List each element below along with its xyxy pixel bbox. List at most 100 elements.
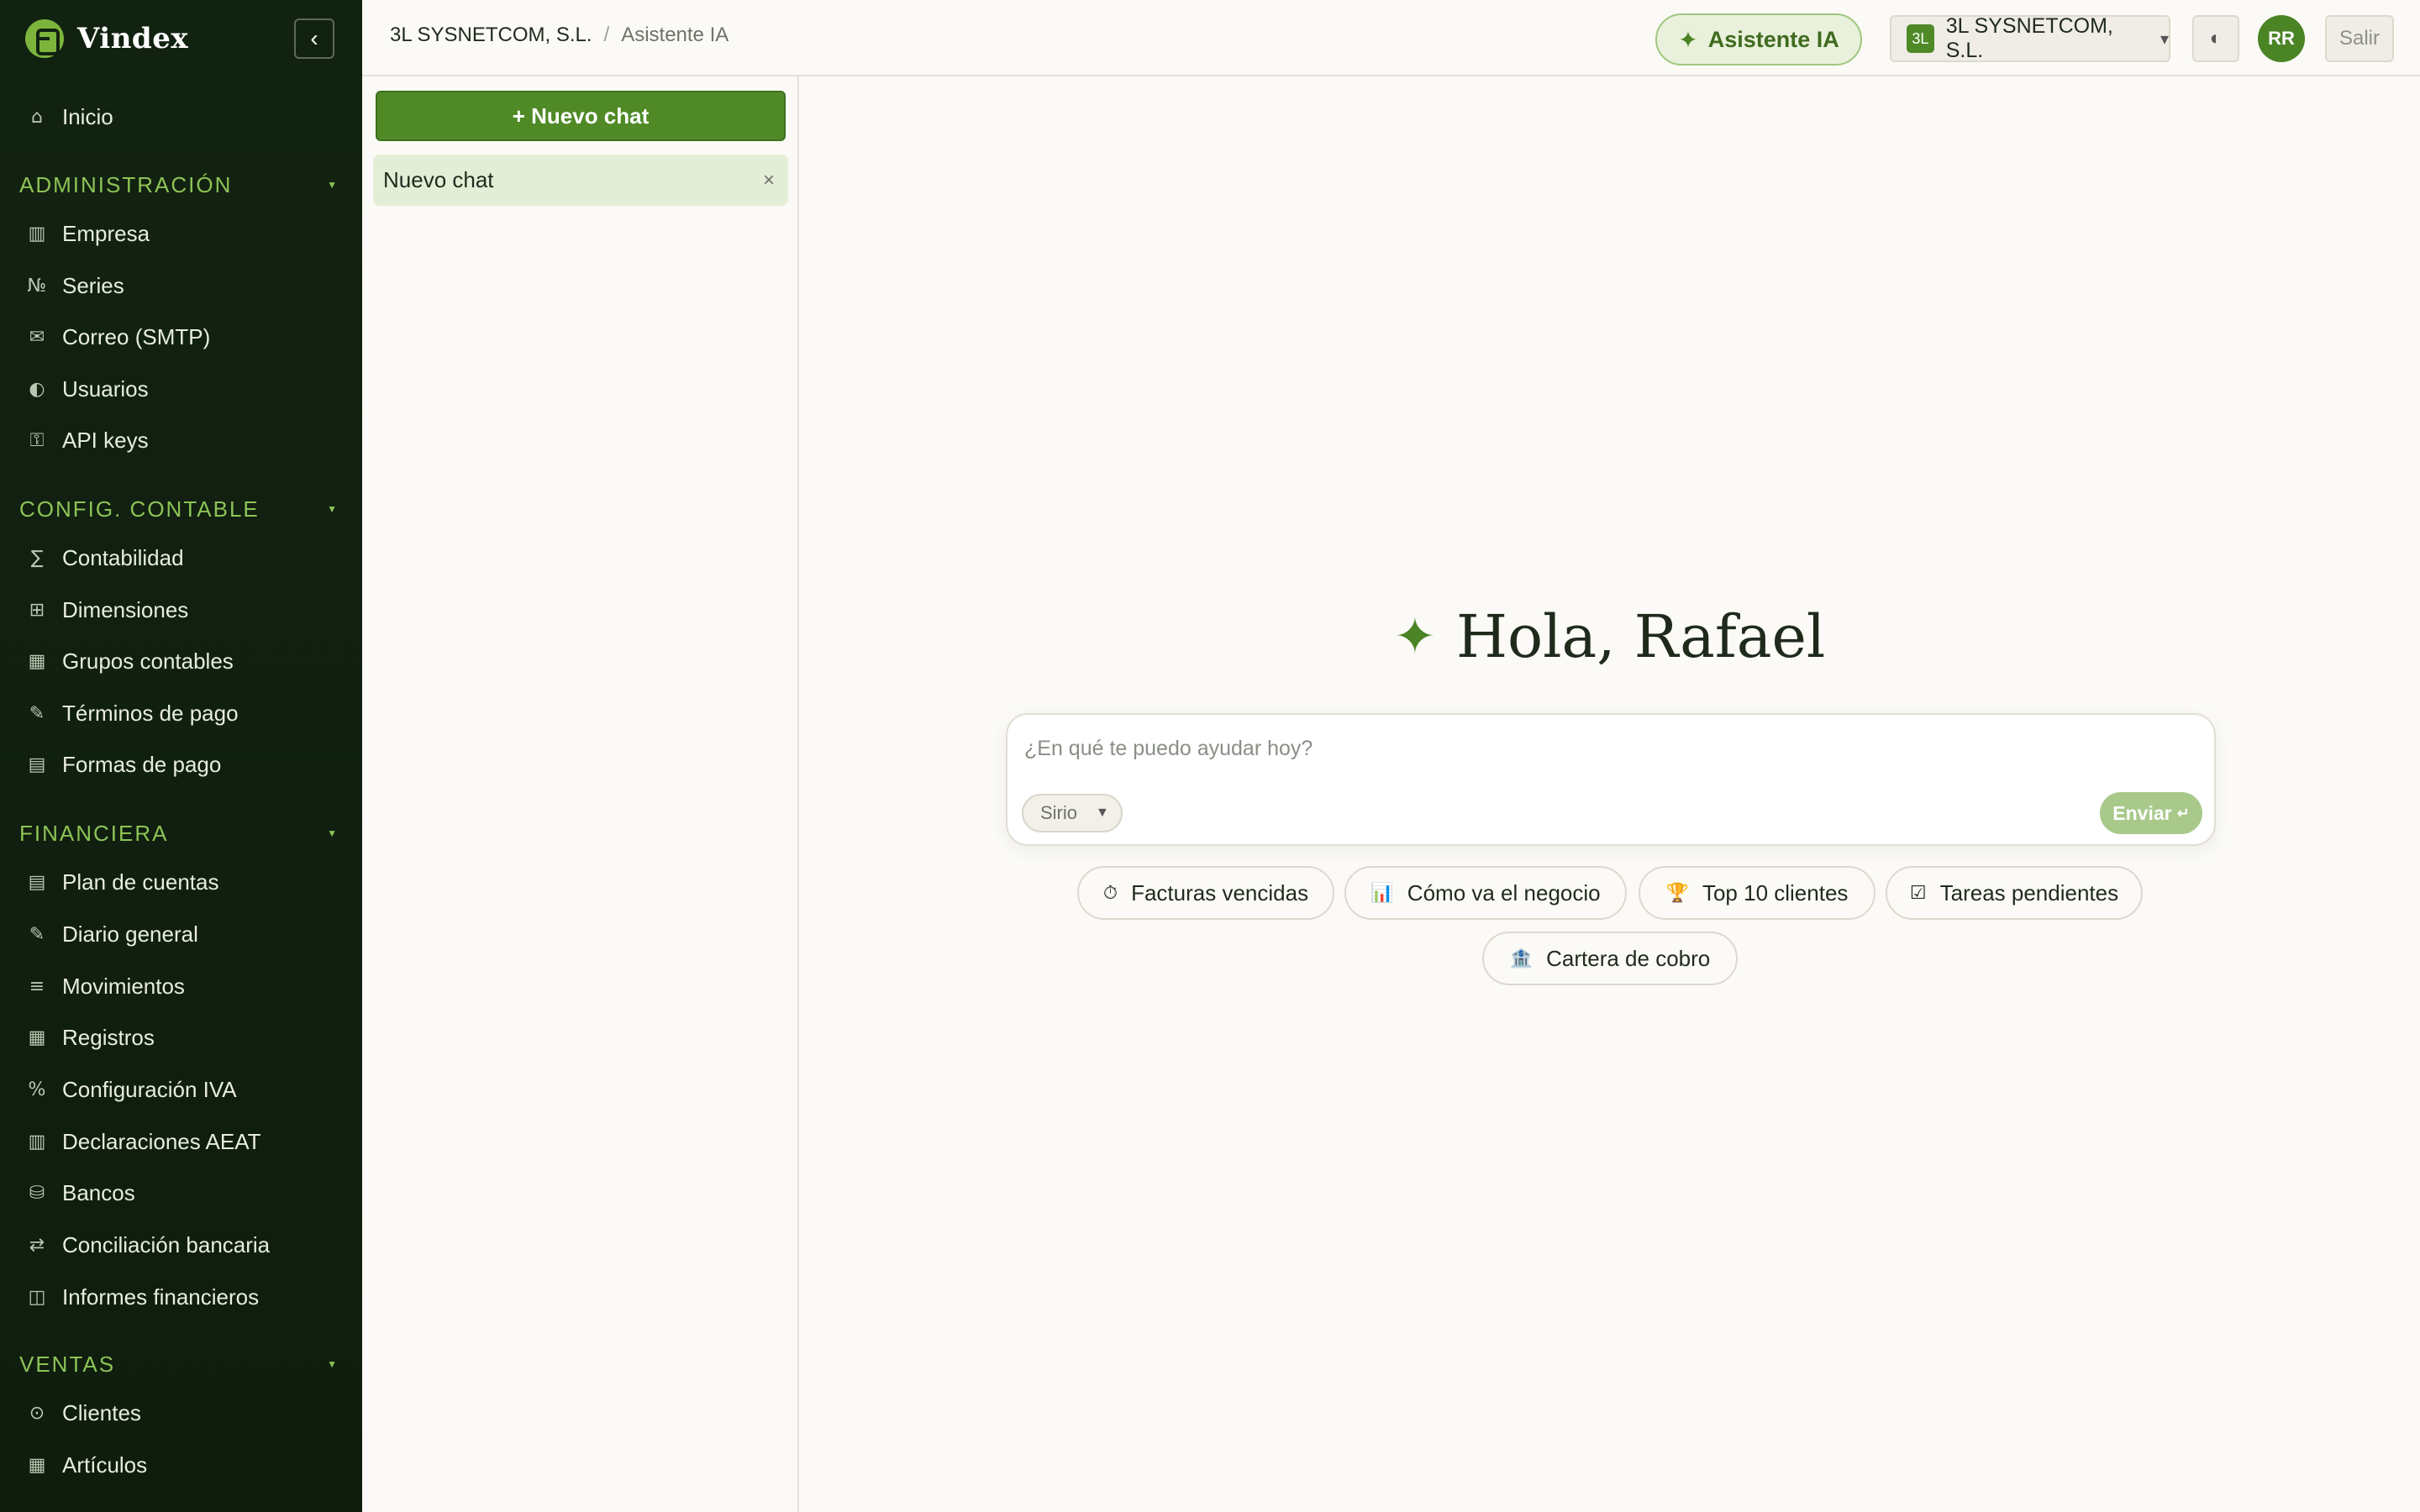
swap-icon: ⇄ [29,1234,45,1256]
sidebar-item-dimensiones[interactable]: ⊞ Dimensiones [27,585,346,635]
suggestion-label: Cartera de cobro [1546,945,1711,971]
sidebar-item-empresa[interactable]: ▥ Empresa [27,208,346,259]
building-icon: ▥ [28,1131,46,1152]
sidebar-item-label: Inicio [62,103,113,129]
suggestion-como-va-el-negocio[interactable]: 📊 Cómo va el negocio [1344,866,1627,920]
chat-input[interactable] [1024,730,2184,767]
caret-down-icon: ▼ [327,179,339,191]
sidebar-item-correo[interactable]: ✉ Correo (SMTP) [27,312,346,362]
logout-button[interactable]: Salir [2325,15,2394,62]
company-selector[interactable]: 3L 3L SYSNETCOM, S.L. ▾ [1890,14,2170,62]
suggestion-facturas-vencidas[interactable]: ⏱ Facturas vencidas [1077,866,1334,920]
breadcrumb-company[interactable]: 3L SYSNETCOM, S.L. [390,24,592,47]
stopwatch-icon: ⏱ [1102,882,1118,904]
sidebar-item-formas-de-pago[interactable]: ▤ Formas de pago [27,739,346,790]
half-circle-icon: ◐ [2209,27,2223,50]
pencil-icon: ✎ [29,702,45,724]
sidebar-item-label: Conciliación bancaria [62,1231,271,1257]
sidebar-item-terminos-de-pago[interactable]: ✎ Términos de pago [27,688,346,738]
list-icon: ▤ [28,753,46,775]
sidebar-item-movimientos[interactable]: ≡ Movimientos [27,961,346,1011]
send-button[interactable]: Enviar ↵ [2100,792,2202,834]
sidebar-item-clientes[interactable]: ⊙ Clientes [27,1388,346,1438]
avatar[interactable]: RR [2258,15,2305,62]
sidebar-item-label: Dimensiones [62,596,189,622]
caret-down-icon: ▼ [1096,806,1109,820]
breadcrumb-separator: / [603,24,610,46]
caret-down-icon: ▼ [327,503,339,515]
section-config-contable[interactable]: CONFIG. CONTABLE ▼ [19,486,343,533]
sidebar-item-label: Contabilidad [62,544,184,570]
sidebar-item-api-keys[interactable]: ⚿ API keys [27,415,346,465]
sidebar-item-label: Plan de cuentas [62,869,219,895]
sidebar-item-registros[interactable]: ▦ Registros [27,1012,346,1063]
send-label: Enviar [2112,801,2172,824]
sidebar-item-label: Series [62,272,124,298]
sidebar-item-usuarios[interactable]: ◐ Usuarios [27,364,346,414]
grid-icon: ⊞ [29,599,45,621]
sidebar-item-plan-de-cuentas[interactable]: ▤ Plan de cuentas [27,857,346,907]
sidebar-item-configuracion-iva[interactable]: % Configuración IVA [27,1064,346,1115]
return-icon: ↵ [2176,804,2190,822]
pencil-icon: ✎ [29,923,45,945]
brand[interactable]: Vindex [25,18,188,59]
lines-icon: ≡ [29,975,45,997]
section-ventas[interactable]: VENTAS ▼ [19,1341,343,1388]
sidebar-collapse-button[interactable]: ‹ [294,18,334,59]
close-icon[interactable]: × [763,169,775,192]
sidebar-item-informes-financieros[interactable]: ◫ Informes financieros [27,1272,346,1322]
table-icon: ▦ [28,650,46,672]
percent-icon: % [28,1079,46,1100]
building-icon: ▥ [28,223,46,244]
sigma-icon: ∑ [30,547,44,569]
sidebar-item-label: Empresa [62,220,150,246]
vindex-logo-icon [25,19,64,58]
theme-toggle-button[interactable]: ◐ [2192,15,2239,62]
breadcrumb: 3L SYSNETCOM, S.L. / Asistente IA [390,24,729,47]
sparkle-icon: ✦ [1393,608,1436,664]
section-financiera[interactable]: FINANCIERA ▼ [19,810,343,857]
sidebar-item-grupos-contables[interactable]: ▦ Grupos contables [27,636,346,686]
sidebar-item-label: Artículos [62,1452,148,1478]
sidebar-item-articulos[interactable]: ▦ Artículos [27,1440,346,1490]
list-icon: ▤ [28,871,46,893]
caret-down-icon: ▼ [327,1358,339,1370]
model-name: Sirio [1040,802,1078,823]
users-icon: ◐ [29,378,45,400]
suggestion-cartera-de-cobro[interactable]: 🏦 Cartera de cobro [1482,932,1738,985]
sidebar-item-series[interactable]: № Series [27,260,346,311]
sidebar-item-label: Diario general [62,921,198,947]
trophy-icon: 🏆 [1665,882,1689,904]
suggestion-tareas-pendientes[interactable]: ☑ Tareas pendientes [1886,866,2143,920]
model-selector[interactable]: Sirio ▼ [1022,794,1123,832]
sidebar-item-label: Configuración IVA [62,1076,237,1102]
breadcrumb-current: Asistente IA [621,24,729,46]
sidebar-item-conciliacion-bancaria[interactable]: ⇄ Conciliación bancaria [27,1220,346,1270]
sidebar-item-label: Grupos contables [62,648,234,674]
chat-list-item[interactable]: Nuevo chat × [373,155,788,206]
section-administracion[interactable]: ADMINISTRACIÓN ▼ [19,161,343,208]
suggestion-label: Facturas vencidas [1131,879,1309,906]
sidebar-item-declaraciones-aeat[interactable]: ▥ Declaraciones AEAT [27,1116,346,1167]
sidebar: Vindex ‹ ⌂ Inicio ADMINISTRACIÓN ▼ ▥ Emp… [0,0,362,1512]
suggestion-top-10-clientes[interactable]: 🏆 Top 10 clientes [1639,866,1876,920]
sidebar-item-diario-general[interactable]: ✎ Diario general [27,909,346,959]
greeting: ✦ Hola, Rafael [799,602,2420,671]
chat-composer: Sirio ▼ Enviar ↵ [1006,713,2216,846]
sidebar-item-inicio[interactable]: ⌂ Inicio [27,92,346,142]
suggestion-label: Top 10 clientes [1702,879,1849,906]
sidebar-item-bancos[interactable]: ⛁ Bancos [27,1168,346,1218]
sidebar-item-label: Bancos [62,1179,135,1205]
ai-assistant-label: Asistente IA [1707,26,1839,52]
table-icon: ▦ [28,1026,46,1048]
sidebar-item-label: Formas de pago [62,751,222,777]
ai-assistant-button[interactable]: ✦ Asistente IA [1655,13,1862,66]
chat-title: Nuevo chat [383,167,494,192]
sidebar-item-contabilidad[interactable]: ∑ Contabilidad [27,533,346,583]
suggestion-label: Tareas pendientes [1939,879,2119,906]
section-title: ADMINISTRACIÓN [19,171,233,197]
sidebar-item-label: Informes financieros [62,1284,260,1310]
caret-down-icon: ▼ [327,827,339,839]
company-badge: 3L [1907,24,1934,53]
new-chat-button[interactable]: + Nuevo chat [376,91,786,141]
